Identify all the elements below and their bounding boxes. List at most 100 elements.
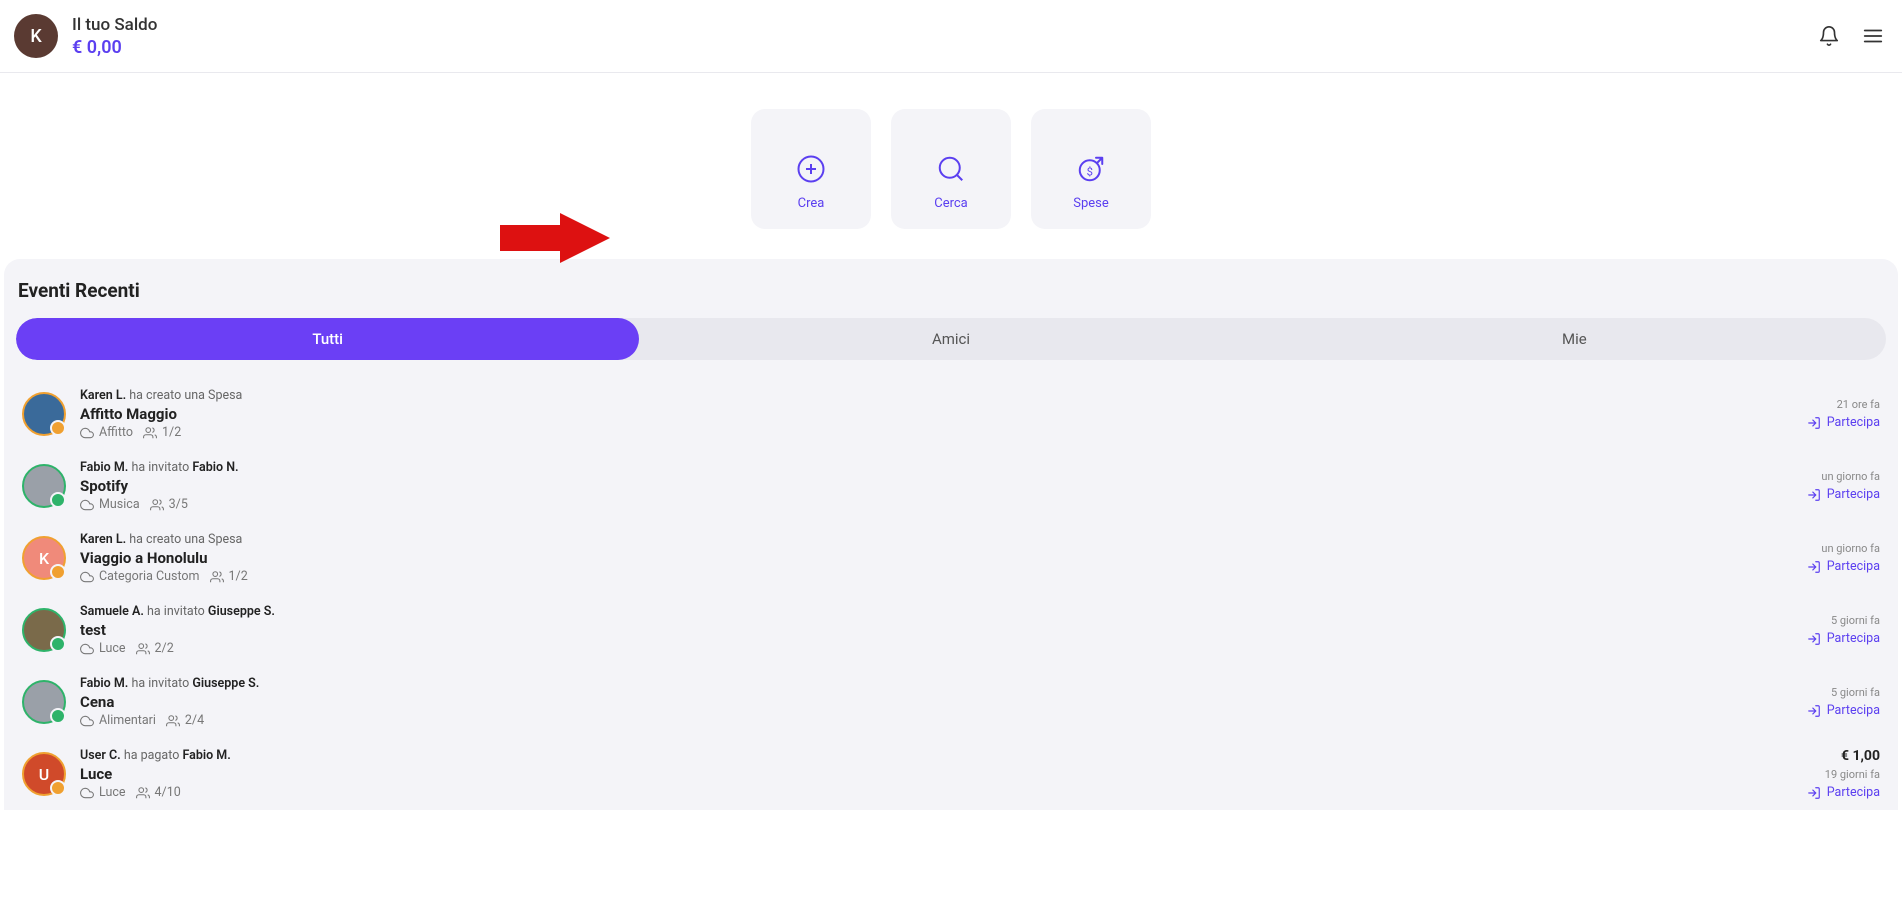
event-title: test: [80, 621, 1793, 639]
users-icon: [136, 786, 150, 800]
event-participants: 1/2: [210, 569, 248, 584]
event-title: Spotify: [80, 477, 1793, 495]
event-category: Affitto: [80, 425, 133, 440]
status-badge-icon: [50, 780, 66, 796]
join-label: Partecipa: [1827, 559, 1880, 574]
event-body: Fabio M. ha invitato Fabio N. Spotify Mu…: [80, 460, 1793, 512]
join-icon: [1807, 560, 1821, 574]
event-right: 5 giorni fa Partecipa: [1807, 614, 1880, 646]
cloud-icon: [80, 642, 94, 656]
cloud-icon: [80, 786, 94, 800]
event-meta: Luce 2/2: [80, 641, 1793, 656]
event-row[interactable]: Samuele A. ha invitato Giuseppe S. test …: [16, 594, 1886, 666]
join-icon: [1807, 704, 1821, 718]
cloud-icon: [80, 570, 94, 584]
status-badge-icon: [50, 564, 66, 580]
header-right: [1818, 25, 1884, 47]
event-avatar: U: [22, 752, 66, 796]
event-body: Karen L. ha creato una Spesa Affitto Mag…: [80, 388, 1793, 440]
join-button[interactable]: Partecipa: [1807, 785, 1880, 800]
event-actor: Fabio M.: [80, 676, 131, 691]
event-avatar: [22, 680, 66, 724]
join-button[interactable]: Partecipa: [1807, 703, 1880, 718]
join-button[interactable]: Partecipa: [1807, 631, 1880, 646]
event-actor: Karen L.: [80, 388, 129, 403]
bell-icon[interactable]: [1818, 25, 1840, 47]
event-count: 2/2: [155, 641, 174, 656]
event-title: Viaggio a Honolulu: [80, 549, 1793, 567]
event-category-label: Luce: [99, 785, 126, 800]
event-right: 21 ore fa Partecipa: [1807, 398, 1880, 430]
event-verb: ha creato una Spesa: [129, 388, 242, 403]
event-meta: Affitto 1/2: [80, 425, 1793, 440]
event-category-label: Musica: [99, 497, 140, 512]
user-avatar[interactable]: K: [14, 14, 58, 58]
app-header: K Il tuo Saldo € 0,00: [0, 0, 1902, 73]
event-title: Affitto Maggio: [80, 405, 1793, 423]
event-activity-line: User C. ha pagato Fabio M.: [80, 748, 1793, 763]
event-verb: ha creato una Spesa: [129, 532, 242, 547]
event-count: 1/2: [162, 425, 181, 440]
tab-mine[interactable]: Mie: [1263, 318, 1886, 360]
tab-friends[interactable]: Amici: [639, 318, 1262, 360]
plus-circle-icon: [796, 154, 826, 184]
expenses-card[interactable]: $ Spese: [1031, 109, 1151, 229]
expenses-label: Spese: [1073, 196, 1109, 211]
event-meta: Musica 3/5: [80, 497, 1793, 512]
users-icon: [136, 642, 150, 656]
search-label: Cerca: [934, 196, 968, 211]
event-body: Fabio M. ha invitato Giuseppe S. Cena Al…: [80, 676, 1793, 728]
event-actor: Samuele A.: [80, 604, 147, 619]
event-time: 5 giorni fa: [1831, 686, 1880, 699]
search-card[interactable]: Cerca: [891, 109, 1011, 229]
join-label: Partecipa: [1827, 785, 1880, 800]
event-category: Alimentari: [80, 713, 156, 728]
event-category-label: Affitto: [99, 425, 133, 440]
event-actor: Karen L.: [80, 532, 129, 547]
recent-events-section: Eventi Recenti Tutti Amici Mie Karen L. …: [4, 259, 1898, 810]
event-body: User C. ha pagato Fabio M. Luce Luce 4/1…: [80, 748, 1793, 800]
event-row[interactable]: Karen L. ha creato una Spesa Affitto Mag…: [16, 378, 1886, 450]
cloud-icon: [80, 426, 94, 440]
status-badge-icon: [50, 636, 66, 652]
event-participants: 2/4: [166, 713, 204, 728]
event-category: Musica: [80, 497, 140, 512]
event-activity-line: Karen L. ha creato una Spesa: [80, 388, 1793, 403]
join-label: Partecipa: [1827, 703, 1880, 718]
create-card[interactable]: Crea: [751, 109, 871, 229]
event-target: Giuseppe S.: [192, 676, 259, 691]
event-verb: ha invitato: [147, 604, 208, 619]
event-row[interactable]: U User C. ha pagato Fabio M. Luce Luce 4…: [16, 738, 1886, 810]
menu-icon[interactable]: [1862, 25, 1884, 47]
event-body: Karen L. ha creato una Spesa Viaggio a H…: [80, 532, 1793, 584]
event-count: 4/10: [155, 785, 181, 800]
event-row[interactable]: Fabio M. ha invitato Giuseppe S. Cena Al…: [16, 666, 1886, 738]
event-count: 3/5: [169, 497, 188, 512]
event-target: Fabio M.: [182, 748, 230, 763]
event-meta: Luce 4/10: [80, 785, 1793, 800]
event-avatar: [22, 392, 66, 436]
join-button[interactable]: Partecipa: [1807, 487, 1880, 502]
cloud-icon: [80, 714, 94, 728]
event-list: Karen L. ha creato una Spesa Affitto Mag…: [16, 378, 1886, 810]
users-icon: [150, 498, 164, 512]
join-icon: [1807, 786, 1821, 800]
event-activity-line: Karen L. ha creato una Spesa: [80, 532, 1793, 547]
status-badge-icon: [50, 420, 66, 436]
event-right: un giorno fa Partecipa: [1807, 542, 1880, 574]
join-button[interactable]: Partecipa: [1807, 559, 1880, 574]
expenses-icon: $: [1076, 154, 1106, 184]
join-button[interactable]: Partecipa: [1807, 415, 1880, 430]
event-activity-line: Fabio M. ha invitato Giuseppe S.: [80, 676, 1793, 691]
event-right: € 1,00 19 giorni fa Partecipa: [1807, 748, 1880, 800]
event-row[interactable]: K Karen L. ha creato una Spesa Viaggio a…: [16, 522, 1886, 594]
event-category: Luce: [80, 785, 126, 800]
event-row[interactable]: Fabio M. ha invitato Fabio N. Spotify Mu…: [16, 450, 1886, 522]
event-activity-line: Fabio M. ha invitato Fabio N.: [80, 460, 1793, 475]
event-verb: ha pagato: [124, 748, 183, 763]
event-body: Samuele A. ha invitato Giuseppe S. test …: [80, 604, 1793, 656]
event-time: 5 giorni fa: [1831, 614, 1880, 627]
join-icon: [1807, 632, 1821, 646]
tab-all[interactable]: Tutti: [16, 318, 639, 360]
event-count: 1/2: [229, 569, 248, 584]
